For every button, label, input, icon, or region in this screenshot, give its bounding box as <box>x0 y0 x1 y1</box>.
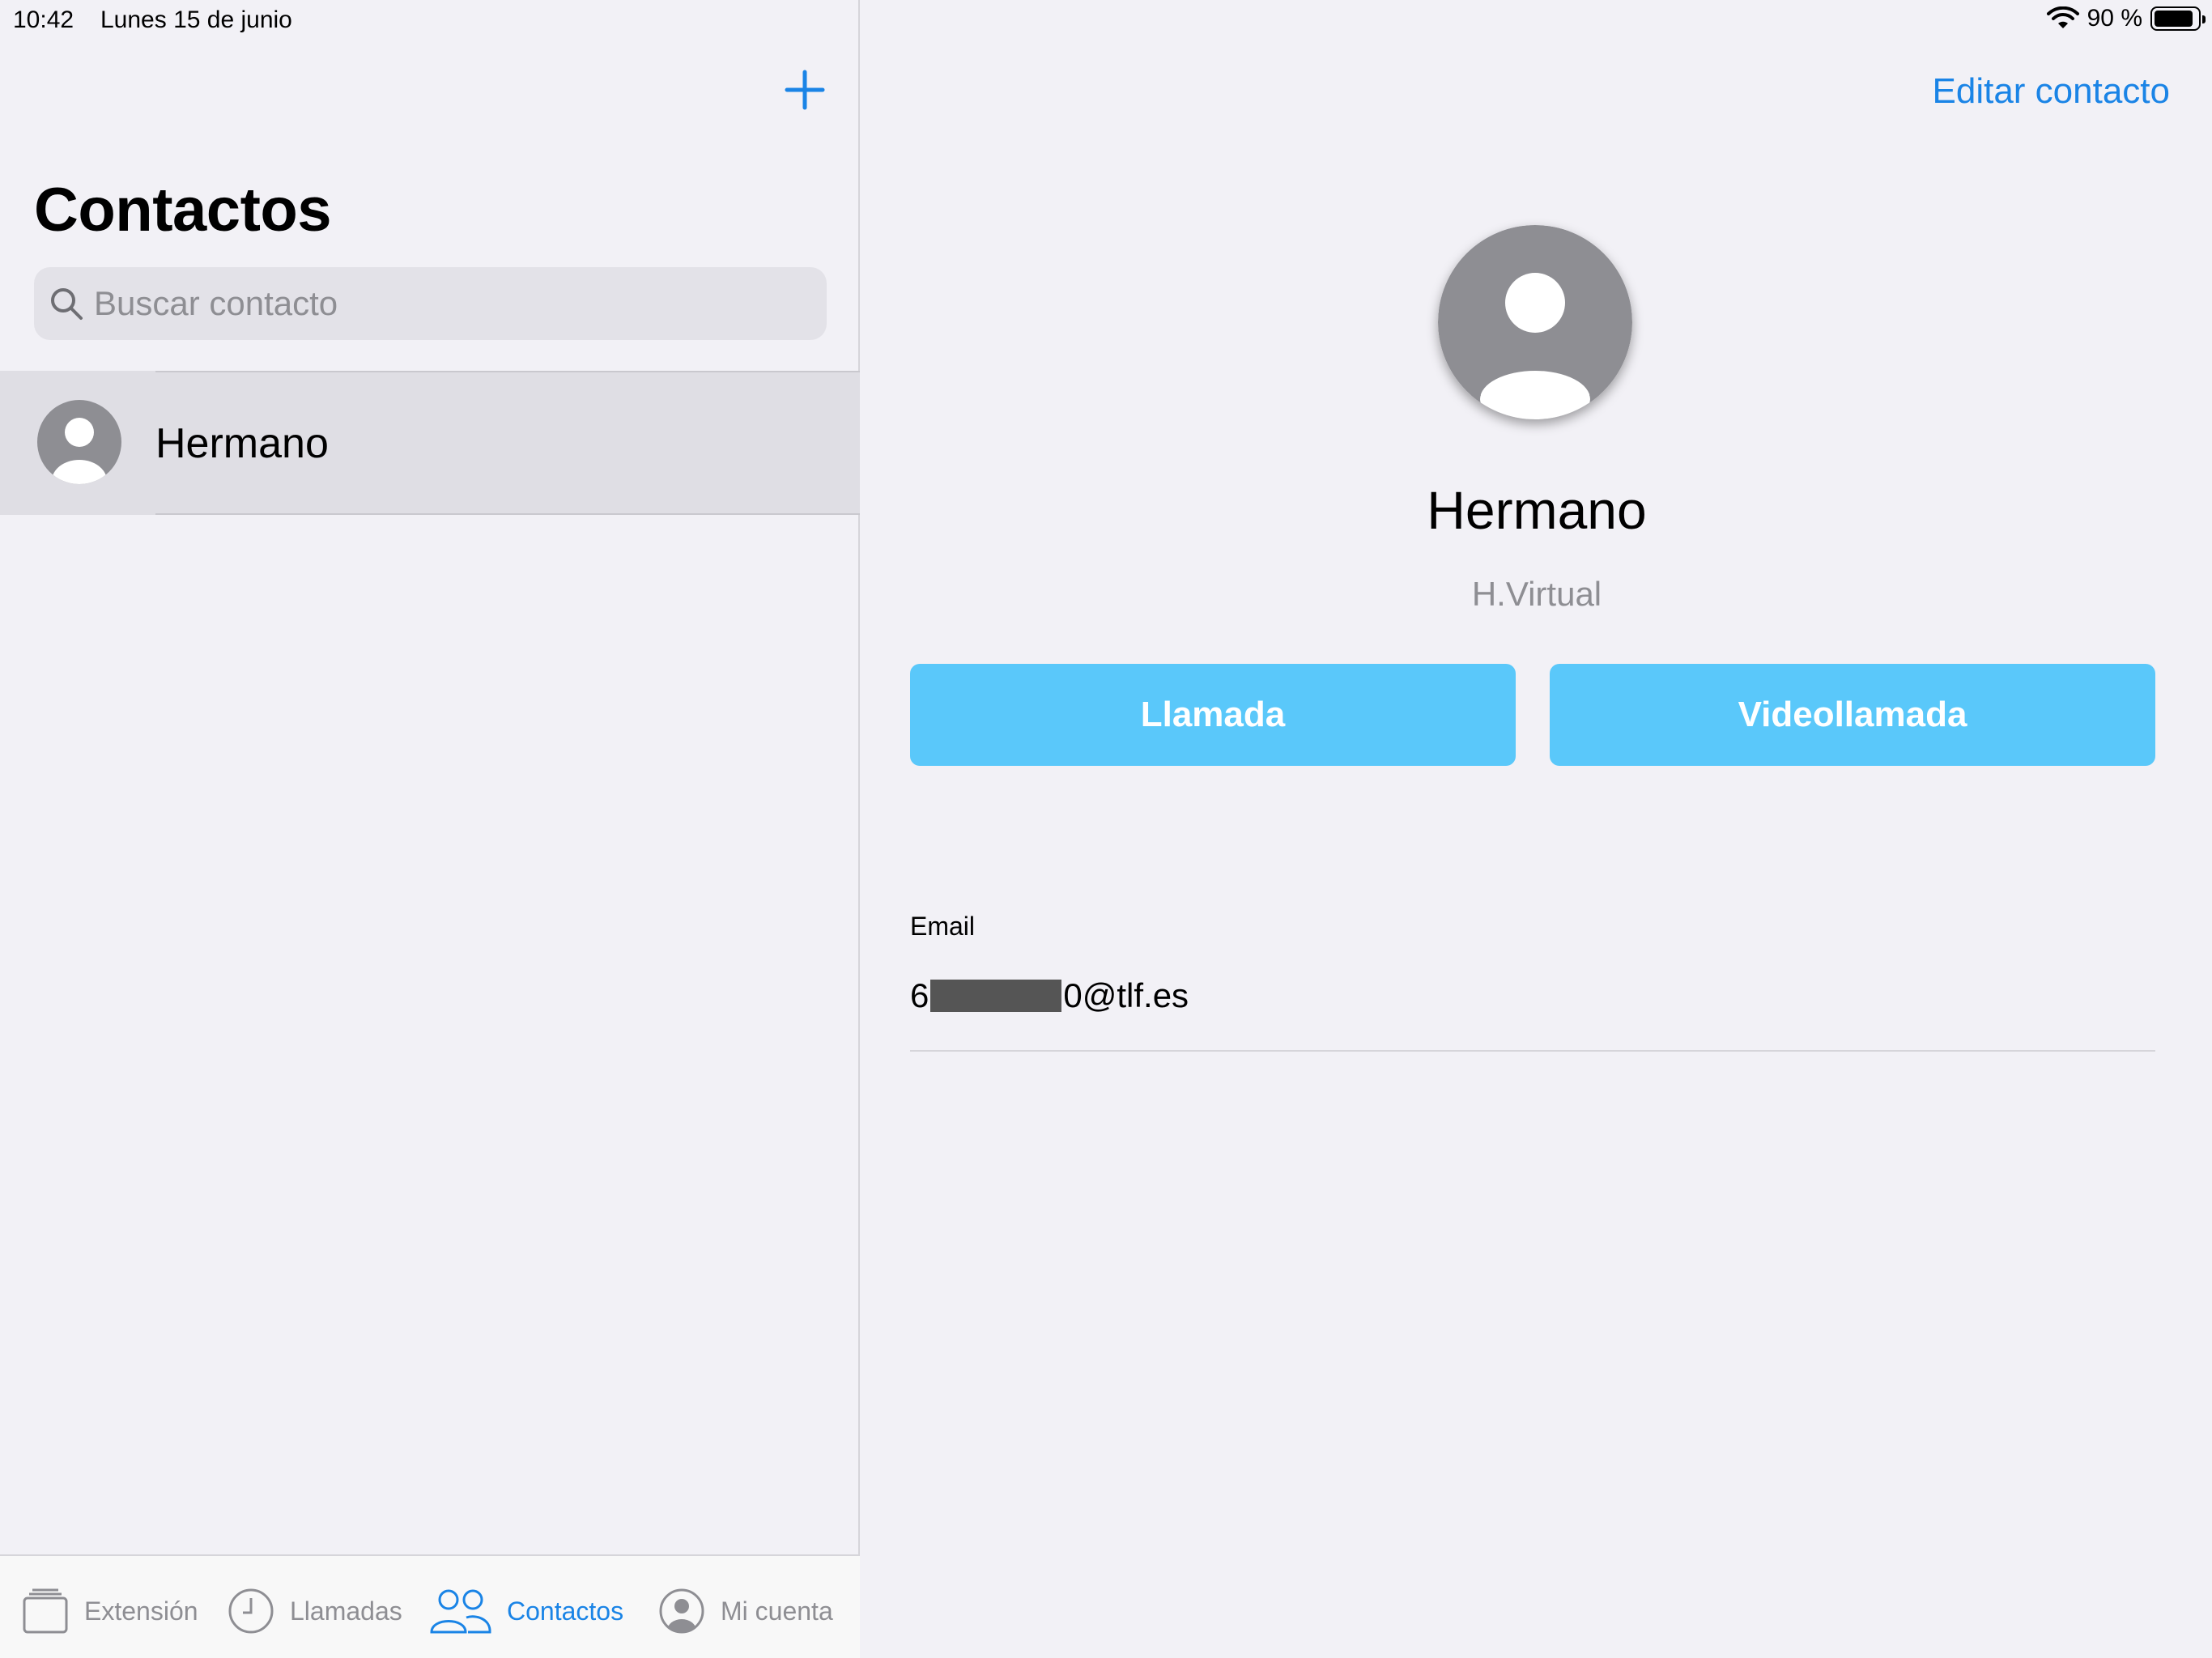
contact-name: Hermano <box>1427 480 1647 540</box>
contact-detail-pane: Editar contacto Hermano H.Virtual Llamad… <box>861 0 2212 1658</box>
battery-percent: 90 % <box>2087 5 2142 32</box>
avatar-icon <box>37 400 121 484</box>
tab-calls[interactable]: Llamadas <box>227 1587 402 1635</box>
status-bar: 10:42 Lunes 15 de junio 90 % <box>0 0 2212 40</box>
search-input[interactable] <box>94 284 806 323</box>
contacts-list-pane: Contactos Hermano Extensión <box>0 0 860 1658</box>
battery-icon <box>2150 6 2206 31</box>
row-separator <box>155 371 860 372</box>
status-right: 90 % <box>2046 5 2206 32</box>
tab-label: Mi cuenta <box>721 1596 833 1626</box>
status-date: Lunes 15 de junio <box>100 6 292 33</box>
tab-account[interactable]: Mi cuenta <box>657 1587 833 1635</box>
contact-company: H.Virtual <box>1471 575 1602 613</box>
account-icon <box>659 1588 704 1634</box>
tab-extension[interactable]: Extensión <box>21 1587 198 1635</box>
field-separator <box>910 1050 2155 1052</box>
search-bar[interactable] <box>34 267 827 340</box>
call-button[interactable]: Llamada <box>910 664 1516 766</box>
page-title: Contactos <box>34 176 332 244</box>
clock-icon <box>228 1588 274 1634</box>
email-prefix: 6 <box>910 976 929 1014</box>
edit-contact-button[interactable]: Editar contacto <box>1933 71 2171 112</box>
battery-fill <box>2155 11 2193 27</box>
tab-label: Llamadas <box>290 1596 402 1626</box>
people-icon <box>430 1589 491 1634</box>
tab-contacts[interactable]: Contactos <box>429 1587 623 1635</box>
tab-label: Extensión <box>84 1596 198 1626</box>
redaction-block <box>930 980 1062 1012</box>
contact-name: Hermano <box>155 420 329 467</box>
add-contact-button[interactable] <box>784 69 826 111</box>
extension-icon <box>23 1588 68 1634</box>
tab-bar: Extensión Llamadas Contactos Mi cuenta <box>0 1554 860 1658</box>
list-item[interactable]: Hermano <box>0 371 860 515</box>
email-label: Email <box>910 912 976 941</box>
tab-label: Contactos <box>507 1596 624 1626</box>
video-call-button[interactable]: Videollamada <box>1550 664 2155 766</box>
row-separator <box>155 513 860 515</box>
email-suffix: 0@tlf.es <box>1063 976 1189 1014</box>
search-icon <box>51 288 83 320</box>
avatar-icon <box>1438 225 1632 419</box>
wifi-icon <box>2046 6 2079 28</box>
email-value[interactable]: 6 0@tlf.es <box>910 976 1189 1015</box>
status-time: 10:42 <box>13 6 74 33</box>
